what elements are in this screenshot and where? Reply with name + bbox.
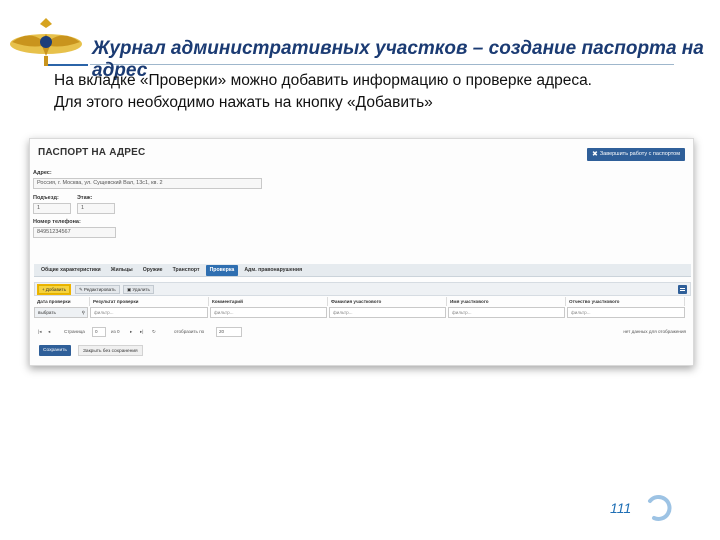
page-arc-icon — [648, 495, 672, 521]
tab-weapons[interactable]: Оружие — [139, 265, 167, 276]
refresh-icon[interactable]: ↻ — [152, 326, 156, 338]
column-header[interactable]: Комментарий — [209, 297, 328, 306]
tab-offenses[interactable]: Адм. правонарушения — [240, 265, 306, 276]
delete-button[interactable]: ▣ Удалить — [123, 285, 154, 294]
column-header[interactable]: Имя участкового — [447, 297, 566, 306]
phone-field[interactable]: 84951234567 — [33, 227, 116, 238]
empty-grid-text: нет данных для отображения — [623, 329, 686, 334]
column-header[interactable]: Фамилия участкового — [328, 297, 447, 306]
title-accent-line — [48, 64, 88, 66]
form-title: ПАСПОРТ НА АДРЕС — [38, 147, 146, 158]
entrance-field[interactable]: 1 — [33, 203, 71, 214]
edit-label: Редактировать — [83, 287, 116, 292]
filter-input[interactable]: фильтр... — [210, 307, 327, 318]
add-button[interactable]: + Добавить — [37, 284, 71, 295]
finish-work-label: Завершить работу с паспортом — [599, 151, 680, 157]
filter-input[interactable]: фильтр... — [448, 307, 565, 318]
search-icon: ⚲ — [81, 310, 85, 315]
description-line: На вкладке «Проверки» можно добавить инф… — [54, 72, 592, 89]
page-size-select[interactable]: 20 — [216, 327, 242, 337]
page-size-label: отобразить по — [174, 329, 205, 334]
last-page-icon[interactable]: ▸| — [140, 326, 144, 338]
slide-description: На вкладке «Проверки» можно добавить инф… — [54, 70, 694, 114]
column-header[interactable]: Отчество участкового — [566, 297, 685, 306]
tab-residents[interactable]: Жильцы — [107, 265, 137, 276]
address-field[interactable]: Россия, г. Москва, ул. Сущевский Вал, 13… — [33, 178, 262, 189]
entrance-label: Подъезд: — [33, 195, 59, 201]
double-headed-eagle-emblem-icon — [10, 18, 82, 66]
edit-button[interactable]: ✎ Редактировать — [75, 285, 120, 294]
page-number: 111 — [610, 500, 632, 516]
plus-icon: + — [42, 287, 45, 292]
finish-work-button[interactable]: ✖ Завершить работу с паспортом — [586, 148, 685, 161]
page-label: Страница — [64, 329, 85, 334]
grid-filter-row: выбрать ⚲ фильтр... фильтр... фильтр... … — [34, 307, 691, 319]
filter-input[interactable]: фильтр... — [567, 307, 685, 318]
tab-transport[interactable]: Транспорт — [169, 265, 204, 276]
tab-inspection[interactable]: Проверка — [205, 264, 239, 276]
filter-input[interactable]: фильтр... — [90, 307, 208, 318]
description-line: Для этого необходимо нажать на кнопку «Д… — [54, 94, 433, 111]
trash-icon: ▣ — [127, 287, 132, 292]
delete-label: Удалить — [132, 287, 150, 292]
tabs-bar: Общие характеристики Жильцы Оружие Транс… — [34, 264, 691, 277]
close-icon: ✖ — [591, 151, 598, 158]
prev-page-icon[interactable]: ◂ — [48, 326, 50, 338]
tab-general[interactable]: Общие характеристики — [37, 265, 105, 276]
grid-toolbar: + Добавить ✎ Редактировать ▣ Удалить — [34, 282, 691, 296]
grid-header: Дата проверки Результат проверки Коммент… — [34, 297, 691, 306]
passport-form-screenshot: ПАСПОРТ НА АДРЕС ✖ Завершить работу с па… — [29, 138, 694, 366]
column-header[interactable]: Результат проверки — [90, 297, 209, 306]
next-page-icon[interactable]: ▸ — [130, 326, 132, 338]
close-without-saving-button[interactable]: Закрыть без сохранения — [78, 345, 143, 356]
grid-menu-icon[interactable] — [678, 285, 687, 294]
page-input[interactable]: 0 — [92, 327, 106, 337]
pager: |◂ ◂ Страница 0 из 0 ▸ ▸| ↻ отобразить п… — [38, 326, 688, 338]
save-button[interactable]: Сохранить — [39, 345, 71, 356]
pencil-icon: ✎ — [79, 287, 83, 292]
first-page-icon[interactable]: |◂ — [38, 326, 42, 338]
page-count: из 0 — [111, 329, 120, 334]
date-filter[interactable]: выбрать ⚲ — [34, 307, 88, 318]
add-label: Добавить — [45, 287, 66, 292]
address-label: Адрес: — [33, 170, 52, 176]
floor-field[interactable]: 1 — [77, 203, 115, 214]
floor-label: Этаж: — [77, 195, 93, 201]
filter-input[interactable]: фильтр... — [329, 307, 446, 318]
date-filter-value: выбрать — [38, 310, 56, 315]
phone-label: Номер телефона: — [33, 219, 81, 225]
column-header[interactable]: Дата проверки — [34, 297, 90, 306]
